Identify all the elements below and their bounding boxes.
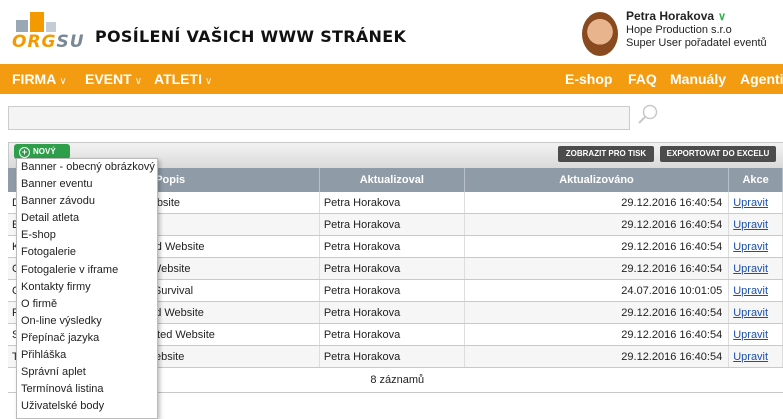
row-updated-at: 29.12.2016 16:40:54 (464, 213, 730, 236)
row-updated-at: 29.12.2016 16:40:54 (464, 301, 730, 324)
col-header-aktualizovano[interactable]: Aktualizováno (464, 168, 730, 192)
site-title: POSÍLENÍ VAŠICH WWW STRÁNEK (95, 27, 407, 46)
plus-icon: + (19, 147, 30, 158)
header: ORGSU POSÍLENÍ VAŠICH WWW STRÁNEK Petra … (0, 0, 783, 64)
new-item-dropdown-menu: Banner - obecný obrázkový Banner eventu Ba… (16, 158, 158, 419)
row-updated-at: 29.12.2016 16:40:54 (464, 235, 730, 258)
chevron-down-icon: ∨ (204, 76, 213, 87)
edit-link[interactable]: Upravit (733, 329, 768, 341)
row-updated-by: Petra Horakova (319, 279, 465, 302)
edit-link[interactable]: Upravit (733, 197, 768, 209)
row-updated-at: 29.12.2016 16:40:54 (464, 345, 730, 368)
menu-item[interactable]: Banner eventu (17, 176, 157, 193)
nav-eshop[interactable]: E-shop (565, 71, 612, 87)
menu-item[interactable]: Správní aplet (17, 364, 157, 381)
menu-item[interactable]: On-line výsledky (17, 313, 157, 330)
nav-manualy[interactable]: Manuály (670, 71, 726, 87)
nav-event[interactable]: EVENT ∨ (85, 71, 142, 87)
edit-link[interactable]: Upravit (733, 307, 768, 319)
menu-item[interactable]: E-shop (17, 227, 157, 244)
edit-link[interactable]: Upravit (733, 241, 768, 253)
chevron-down-icon[interactable]: ∨ (718, 11, 726, 23)
menu-item[interactable]: Přepínač jazyka (17, 330, 157, 347)
menu-item[interactable]: Uživatelské body (17, 398, 157, 415)
menu-item[interactable]: Termínová listina (17, 381, 157, 398)
menu-item[interactable]: Kontakty firmy (17, 279, 157, 296)
orgsu-logo[interactable]: ORGSU (12, 10, 84, 56)
menu-item[interactable]: Fotogalerie (17, 244, 157, 261)
row-updated-by: Petra Horakova (319, 213, 465, 236)
nav-atleti[interactable]: ATLETI ∨ (154, 71, 212, 87)
row-updated-at: 24.07.2016 10:01:05 (464, 279, 730, 302)
edit-link[interactable]: Upravit (733, 351, 768, 363)
user-info[interactable]: Petra Horakova ∨ Hope Production s.r.o Su… (626, 10, 767, 50)
row-updated-by: Petra Horakova (319, 345, 465, 368)
col-header-akce: Akce (728, 168, 783, 192)
user-role: Super User pořadatel eventů (626, 37, 767, 49)
user-avatar[interactable] (582, 12, 618, 56)
menu-item[interactable]: Detail atleta (17, 210, 157, 227)
export-excel-button[interactable]: EXPORTOVAT DO EXCELU (660, 146, 776, 162)
col-header-aktualizoval[interactable]: Aktualizoval (319, 168, 465, 192)
company-name: Hope Production s.r.o (626, 24, 732, 36)
row-updated-by: Petra Horakova (319, 235, 465, 258)
nav-faq[interactable]: FAQ (628, 71, 657, 87)
menu-item[interactable]: Banner závodu (17, 193, 157, 210)
menu-item[interactable]: Výsledky závodu (17, 415, 157, 418)
row-updated-at: 29.12.2016 16:40:54 (464, 192, 730, 214)
print-view-button[interactable]: ZOBRAZIT PRO TISK (558, 146, 654, 162)
edit-link[interactable]: Upravit (733, 219, 768, 231)
edit-link[interactable]: Upravit (733, 285, 768, 297)
row-updated-at: 29.12.2016 16:40:54 (464, 323, 730, 346)
edit-link[interactable]: Upravit (733, 263, 768, 275)
row-updated-at: 29.12.2016 16:40:54 (464, 257, 730, 280)
menu-item[interactable]: Banner - obecný obrázkový (17, 159, 157, 176)
nav-agenti[interactable]: Agenti (740, 71, 783, 87)
row-updated-by: Petra Horakova (319, 257, 465, 280)
search-icon[interactable] (636, 103, 660, 127)
main-nav: FIRMA ∨ EVENT ∨ ATLETI ∨ E-shop FAQ Manuály… (0, 64, 783, 94)
menu-item[interactable]: Fotogalerie v iframe (17, 262, 157, 279)
new-button[interactable]: + NOVÝ (14, 144, 70, 159)
row-updated-by: Petra Horakova (319, 323, 465, 346)
row-updated-by: Petra Horakova (319, 192, 465, 214)
menu-item[interactable]: Přihláška (17, 347, 157, 364)
nav-firma[interactable]: FIRMA ∨ (12, 71, 67, 87)
chevron-down-icon: ∨ (134, 76, 143, 87)
user-name[interactable]: Petra Horakova (626, 9, 714, 23)
row-updated-by: Petra Horakova (319, 301, 465, 324)
menu-item[interactable]: O firmě (17, 296, 157, 313)
search-input[interactable] (8, 106, 630, 130)
chevron-down-icon: ∨ (59, 76, 67, 87)
